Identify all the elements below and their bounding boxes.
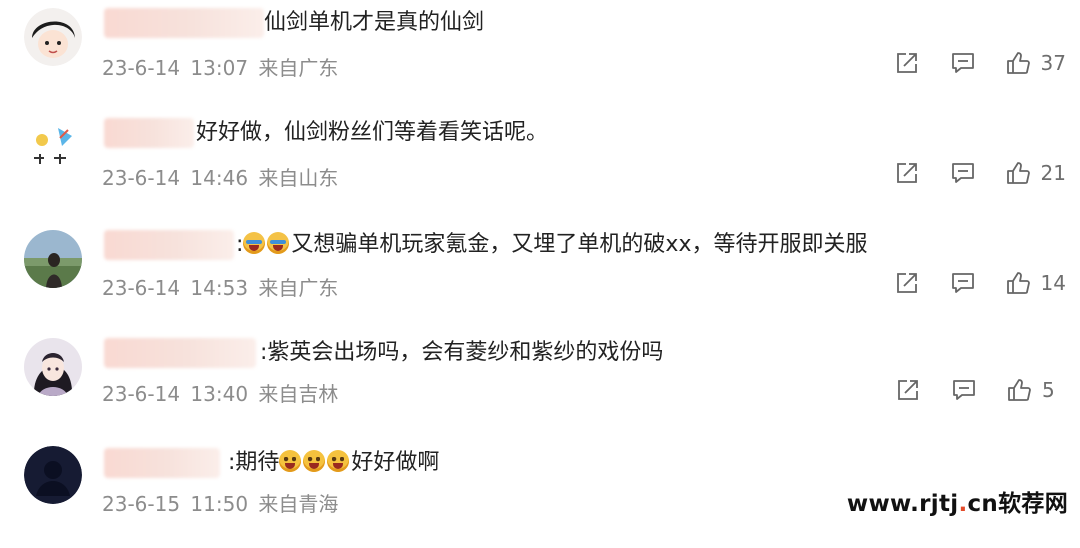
like-count: 5 bbox=[1042, 378, 1055, 402]
like-count: 14 bbox=[1040, 271, 1066, 295]
smile-emoji-icon bbox=[303, 450, 326, 472]
thumbs-up-icon[interactable] bbox=[1006, 377, 1032, 403]
comment-icon[interactable] bbox=[951, 377, 977, 403]
username-redacted[interactable] bbox=[104, 8, 264, 38]
avatar[interactable] bbox=[24, 446, 82, 504]
comment-text: :期待 好好做啊 bbox=[228, 450, 440, 475]
username-redacted[interactable] bbox=[104, 230, 234, 260]
comment-time: 13:07 bbox=[190, 56, 249, 80]
comment-item: 好好做，仙剑粉丝们等着看笑话呢。 23-6-14 14:46 来自山东 21 bbox=[0, 110, 1080, 218]
comment-text: : 又想骗单机玩家氪金，又埋了单机的破xx，等待开服即关服 bbox=[236, 232, 868, 257]
crying-emoji-icon bbox=[243, 232, 266, 254]
comment-text: :紫英会出场吗，会有菱纱和紫纱的戏份吗 bbox=[260, 340, 664, 365]
comment-location: 来自广东 bbox=[258, 56, 339, 80]
comment-location: 来自山东 bbox=[258, 166, 339, 190]
like-count: 37 bbox=[1040, 51, 1066, 75]
comment-actions: 14 bbox=[894, 268, 1066, 298]
share-icon[interactable] bbox=[894, 270, 920, 296]
share-icon[interactable] bbox=[894, 50, 920, 76]
comment-meta: 23-6-14 14:46 来自山东 bbox=[102, 162, 342, 191]
comment-date: 23-6-15 bbox=[102, 492, 181, 516]
comment-meta: 23-6-15 11:50 来自青海 bbox=[102, 488, 342, 517]
comment-item: : 又想骗单机玩家氪金，又埋了单机的破xx，等待开服即关服 23-6-14 14:… bbox=[0, 220, 1080, 328]
avatar[interactable] bbox=[24, 230, 82, 288]
comment-time: 13:40 bbox=[190, 382, 249, 406]
smile-emoji-icon bbox=[327, 450, 350, 472]
comment-actions: 21 bbox=[894, 158, 1066, 188]
comment-actions: 5 bbox=[895, 375, 1066, 405]
username-redacted[interactable] bbox=[104, 118, 194, 148]
avatar[interactable] bbox=[24, 338, 82, 396]
username-redacted[interactable] bbox=[104, 448, 220, 478]
comment-date: 23-6-14 bbox=[102, 382, 181, 406]
comment-time: 11:50 bbox=[190, 492, 249, 516]
comment-date: 23-6-14 bbox=[102, 276, 181, 300]
share-icon[interactable] bbox=[895, 377, 921, 403]
comment-text: 好好做，仙剑粉丝们等着看笑话呢。 bbox=[196, 120, 549, 145]
comment-item: :紫英会出场吗，会有菱纱和紫纱的戏份吗 23-6-14 13:40 来自吉林 5 bbox=[0, 330, 1080, 438]
comment-time: 14:53 bbox=[190, 276, 249, 300]
comment-icon[interactable] bbox=[950, 160, 976, 186]
comment-item: 仙剑单机才是真的仙剑 23-6-14 13:07 来自广东 37 bbox=[0, 0, 1080, 108]
comment-location: 来自广东 bbox=[258, 276, 339, 300]
comment-date: 23-6-14 bbox=[102, 166, 181, 190]
comment-text: 仙剑单机才是真的仙剑 bbox=[264, 10, 485, 35]
comment-meta: 23-6-14 13:07 来自广东 bbox=[102, 52, 342, 81]
avatar[interactable] bbox=[24, 118, 82, 176]
thumbs-up-icon[interactable] bbox=[1005, 50, 1031, 76]
avatar[interactable] bbox=[24, 8, 82, 66]
comment-actions: 37 bbox=[894, 48, 1066, 78]
username-redacted[interactable] bbox=[104, 338, 256, 368]
crying-emoji-icon bbox=[267, 232, 290, 254]
comment-icon[interactable] bbox=[950, 270, 976, 296]
comment-icon[interactable] bbox=[950, 50, 976, 76]
site-watermark: www.rjtj.cn软荐网 bbox=[846, 491, 1068, 517]
comment-location: 来自吉林 bbox=[258, 382, 339, 406]
share-icon[interactable] bbox=[894, 160, 920, 186]
comment-meta: 23-6-14 13:40 来自吉林 bbox=[102, 378, 342, 407]
smile-emoji-icon bbox=[279, 450, 302, 472]
thumbs-up-icon[interactable] bbox=[1005, 160, 1031, 186]
comment-time: 14:46 bbox=[190, 166, 249, 190]
thumbs-up-icon[interactable] bbox=[1005, 270, 1031, 296]
comment-meta: 23-6-14 14:53 来自广东 bbox=[102, 272, 342, 301]
comment-location: 来自青海 bbox=[258, 492, 339, 516]
like-count: 21 bbox=[1040, 161, 1066, 185]
comment-date: 23-6-14 bbox=[102, 56, 181, 80]
